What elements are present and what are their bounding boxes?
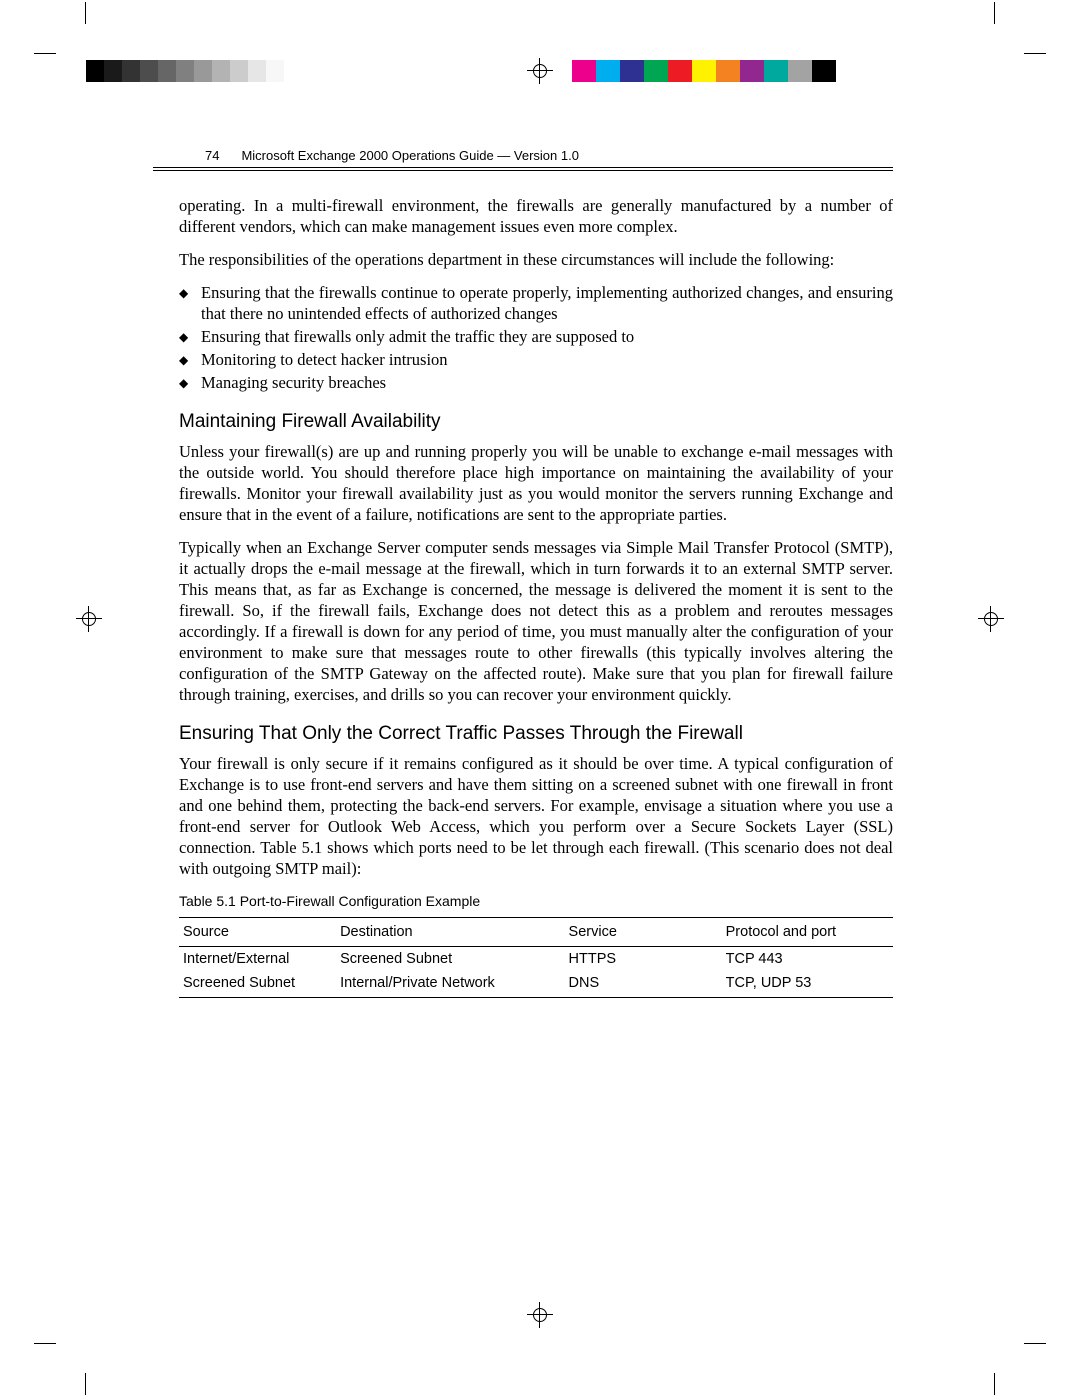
cell: Internet/External — [179, 947, 336, 972]
paragraph-avail-2: Typically when an Exchange Server comput… — [179, 537, 893, 705]
greyscale-calibration-bar — [86, 60, 302, 82]
cell: TCP, UDP 53 — [722, 971, 893, 998]
firewall-config-table: Source Destination Service Protocol and … — [179, 917, 893, 998]
page-number: 74 — [179, 148, 223, 163]
crop-mark-bottom-left — [56, 1343, 86, 1373]
cell: HTTPS — [565, 947, 722, 972]
list-item: Monitoring to detect hacker intrusion — [201, 349, 893, 370]
col-protocol: Protocol and port — [722, 918, 893, 947]
cell: DNS — [565, 971, 722, 998]
paragraph-intro-1: operating. In a multi-firewall environme… — [179, 195, 893, 237]
col-dest: Destination — [336, 918, 564, 947]
cell: Screened Subnet — [179, 971, 336, 998]
list-item: Ensuring that the firewalls continue to … — [201, 282, 893, 324]
responsibilities-list: Ensuring that the firewalls continue to … — [179, 282, 893, 393]
heading-availability: Maintaining Firewall Availability — [179, 411, 893, 433]
table-caption: Table 5.1 Port-to-Firewall Configuration… — [179, 893, 893, 909]
paragraph-traffic: Your firewall is only secure if it remai… — [179, 753, 893, 879]
header-rule — [153, 167, 893, 171]
list-item: Ensuring that firewalls only admit the t… — [201, 326, 893, 347]
cell: Screened Subnet — [336, 947, 564, 972]
crop-mark-top-right — [994, 24, 1024, 54]
col-source: Source — [179, 918, 336, 947]
registration-mark-left-icon — [76, 606, 102, 632]
col-service: Service — [565, 918, 722, 947]
running-title: Microsoft Exchange 2000 Operations Guide… — [241, 148, 578, 163]
paragraph-intro-2: The responsibilities of the operations d… — [179, 249, 893, 270]
cell: TCP 443 — [722, 947, 893, 972]
colour-calibration-bar — [572, 60, 860, 82]
registration-mark-top-icon — [527, 58, 553, 84]
list-item: Managing security breaches — [201, 372, 893, 393]
table-row: Internet/External Screened Subnet HTTPS … — [179, 947, 893, 972]
heading-traffic: Ensuring That Only the Correct Traffic P… — [179, 723, 893, 745]
registration-mark-bottom-icon — [527, 1302, 553, 1328]
paragraph-avail-1: Unless your firewall(s) are up and runni… — [179, 441, 893, 525]
registration-mark-right-icon — [978, 606, 1004, 632]
table-header-row: Source Destination Service Protocol and … — [179, 918, 893, 947]
cell: Internal/Private Network — [336, 971, 564, 998]
running-head: 74 Microsoft Exchange 2000 Operations Gu… — [179, 148, 893, 163]
page-body: 74 Microsoft Exchange 2000 Operations Gu… — [179, 148, 893, 998]
table-row: Screened Subnet Internal/Private Network… — [179, 971, 893, 998]
crop-mark-bottom-right — [994, 1343, 1024, 1373]
page-root: 74 Microsoft Exchange 2000 Operations Gu… — [0, 0, 1080, 1397]
crop-mark-top-left — [56, 24, 86, 54]
